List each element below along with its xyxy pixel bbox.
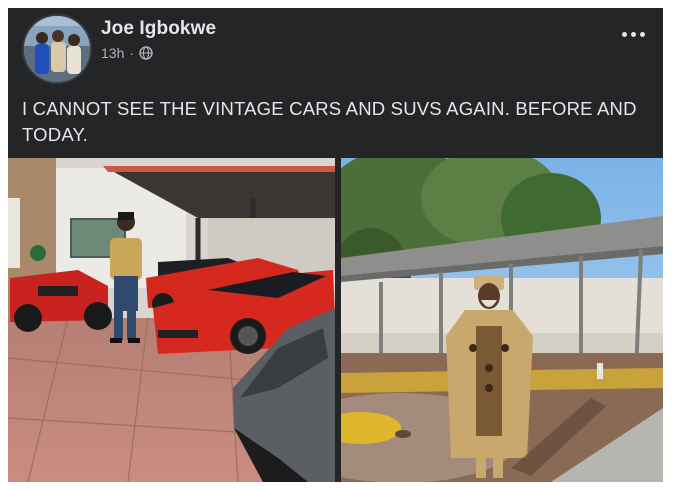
post-text: I CANNOT SEE THE VINTAGE CARS AND SUVS A… [22,98,637,145]
globe-icon[interactable] [139,46,153,60]
more-options-icon[interactable] [620,26,647,43]
meta-separator: · [129,45,135,61]
photo-today[interactable] [341,158,663,482]
post-meta: 13h · [101,45,153,61]
author-avatar[interactable] [22,14,92,84]
photo-before[interactable] [8,158,335,482]
post-timestamp[interactable]: 13h [101,45,124,61]
facebook-post: Joe Igbokwe 13h · I CANNOT SEE THE VINTA… [8,8,663,482]
author-name[interactable]: Joe Igbokwe [101,18,216,40]
photo-grid [8,158,663,482]
